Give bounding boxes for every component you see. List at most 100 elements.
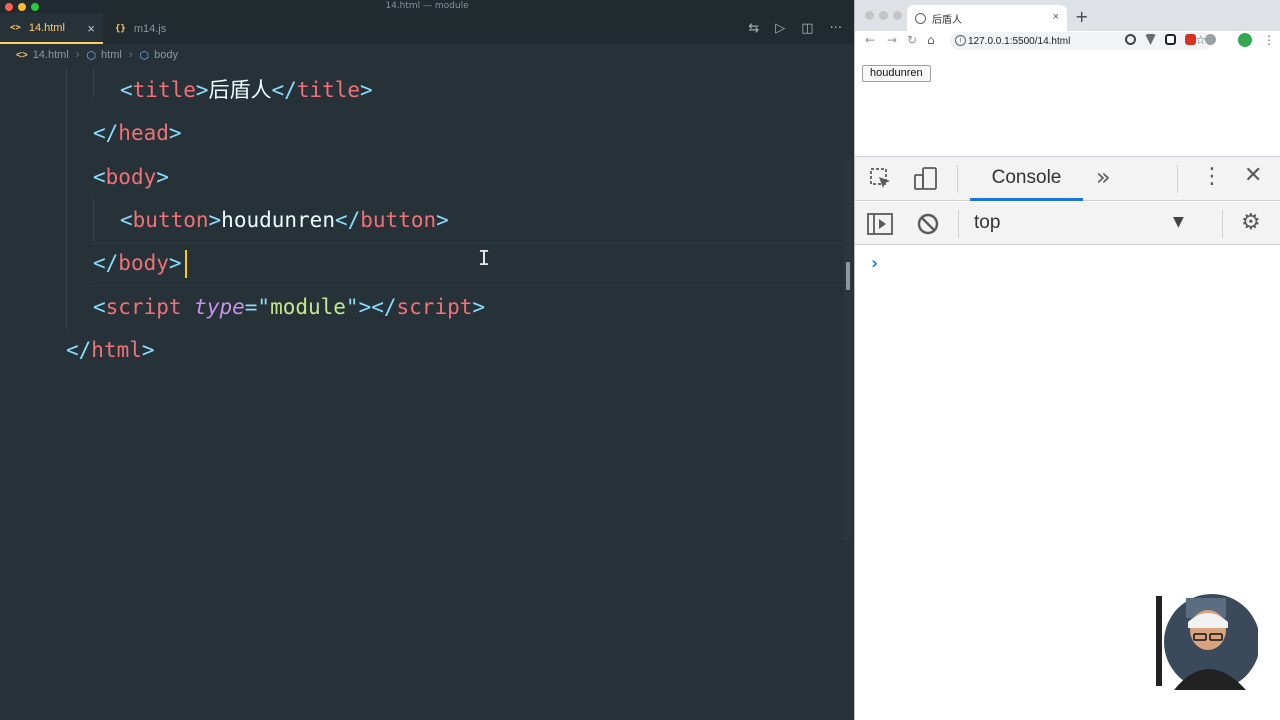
html-file-icon: <> — [16, 49, 28, 61]
customize-menu-icon[interactable]: ⋮ — [1201, 164, 1223, 189]
run-icon[interactable]: ▷ — [775, 21, 785, 36]
browser-tab[interactable]: 后盾人 × — [907, 5, 1067, 31]
settings-gear-icon[interactable]: ⚙ — [1241, 210, 1261, 235]
show-sidebar-icon[interactable] — [867, 213, 893, 235]
code-token: houdunren — [221, 208, 335, 232]
console-prompt-icon[interactable]: › — [869, 253, 880, 274]
url-text: 127.0.0.1:5500/14.html — [968, 35, 1071, 47]
code-token: > — [141, 338, 155, 362]
code-line[interactable]: </head> — [93, 118, 182, 148]
code-token: > — [168, 121, 182, 145]
code-token: < — [120, 78, 133, 102]
code-line[interactable]: <body> — [93, 162, 169, 192]
code-token: " — [345, 295, 359, 319]
close-window-icon[interactable] — [865, 11, 874, 20]
code-line[interactable]: <title>后盾人</title> — [120, 75, 373, 105]
editor-actions: ⇆ ▷ ◫ ··· — [748, 13, 842, 44]
code-token: > — [195, 78, 209, 102]
device-toolbar-icon[interactable] — [913, 166, 939, 192]
divider — [957, 165, 958, 193]
devtools-tabbar: Console » ⋮ ✕ — [855, 157, 1280, 201]
code-token: > — [472, 295, 486, 319]
caret-down-icon[interactable]: ▼ — [1173, 214, 1184, 230]
code-token: body — [105, 165, 157, 189]
maximize-window-icon[interactable] — [893, 11, 902, 20]
forward-icon[interactable]: → — [887, 33, 897, 47]
code-token: module — [270, 295, 346, 319]
inspect-element-icon[interactable] — [869, 167, 893, 191]
extension-icon[interactable] — [1165, 34, 1176, 45]
chevron-right-icon: › — [75, 49, 80, 61]
close-devtools-icon[interactable]: ✕ — [1244, 163, 1262, 188]
profile-avatar[interactable] — [1238, 33, 1252, 47]
current-line-highlight — [92, 243, 844, 286]
code-line[interactable]: </html> — [66, 335, 155, 365]
browser-tab-title: 后盾人 — [932, 14, 962, 26]
code-token: < — [93, 295, 106, 319]
chevron-right-icon: › — [128, 49, 133, 61]
tab-console[interactable]: Console — [970, 157, 1083, 201]
more-actions-icon[interactable]: ··· — [830, 21, 842, 36]
code-token: </ — [66, 338, 92, 362]
editor-tabbar: <> 14.html × {} m14.js — [0, 13, 854, 44]
divider — [1177, 165, 1178, 193]
divider — [958, 210, 959, 238]
split-editor-icon[interactable]: ◫ — [801, 21, 813, 36]
close-tab-icon[interactable]: × — [1053, 11, 1059, 23]
close-tab-icon[interactable]: × — [87, 21, 95, 36]
extension-icon[interactable] — [1125, 34, 1136, 45]
tab-m14-js[interactable]: {} m14.js — [106, 13, 181, 44]
code-line[interactable]: <script type="module"></script> — [93, 292, 485, 322]
new-tab-icon[interactable]: + — [1075, 7, 1088, 26]
code-editor: 14.html — module <> 14.html × {} m14.js … — [0, 0, 854, 720]
info-icon[interactable]: i — [955, 35, 966, 46]
webcam-overlay — [1156, 594, 1258, 690]
breadcrumb: <> 14.html › ⬡ html › ⬡ body — [0, 44, 854, 66]
browser-toolbar: ← → ↻ ⌂ i 127.0.0.1:5500/14.html ☆ — [855, 31, 1280, 53]
minimize-window-icon[interactable] — [879, 11, 888, 20]
browser-tabstrip: 后盾人 × + — [855, 0, 1280, 31]
clear-console-icon[interactable] — [917, 213, 939, 235]
breadcrumb-item-html[interactable]: html — [101, 49, 122, 61]
element-icon: ⬡ — [86, 49, 97, 62]
code-token: </ — [93, 251, 119, 275]
text-caret — [185, 250, 187, 278]
code-token: < — [93, 165, 106, 189]
breadcrumb-item-body[interactable]: body — [154, 49, 178, 61]
code-token: script — [396, 295, 473, 319]
globe-icon — [915, 12, 926, 24]
code-token: ></ — [358, 295, 397, 319]
more-tabs-icon[interactable]: » — [1096, 163, 1111, 191]
browser-menu-icon[interactable]: ⋮ — [1263, 33, 1275, 47]
code-token: = — [244, 295, 258, 319]
code-token: title — [132, 78, 196, 102]
code-token: > — [156, 165, 169, 189]
code-token: button — [132, 208, 209, 232]
home-icon[interactable]: ⌂ — [927, 33, 935, 47]
extension-icon[interactable] — [1185, 34, 1196, 45]
tab-label: 14.html — [28, 21, 65, 34]
compare-changes-icon[interactable]: ⇆ — [748, 21, 759, 36]
extension-icon[interactable] — [1205, 34, 1216, 45]
code-token: > — [168, 251, 182, 275]
code-token: script — [105, 295, 182, 319]
element-icon: ⬡ — [139, 49, 150, 62]
editor-scrollbar[interactable] — [843, 160, 852, 540]
code-line[interactable]: <button>houdunren</button> — [120, 205, 449, 235]
execution-context-select[interactable]: top — [974, 212, 1000, 234]
tab-14-html[interactable]: <> 14.html × — [0, 13, 103, 44]
code-token: > — [360, 78, 373, 102]
back-icon[interactable]: ← — [865, 33, 875, 47]
scrollbar-thumb[interactable] — [846, 262, 850, 290]
code-token: </ — [93, 121, 119, 145]
code-token: < — [120, 208, 133, 232]
reload-icon[interactable]: ↻ — [907, 33, 917, 47]
code-token: html — [91, 338, 142, 362]
page-button[interactable]: houdunren — [862, 65, 931, 82]
indent-guide — [93, 198, 94, 242]
breadcrumb-item-file[interactable]: 14.html — [33, 49, 69, 61]
js-file-icon: {} — [115, 23, 126, 34]
code-token: </ — [334, 208, 361, 232]
ibeam-cursor-icon: I — [478, 246, 491, 270]
code-line[interactable]: </body> — [93, 248, 182, 278]
